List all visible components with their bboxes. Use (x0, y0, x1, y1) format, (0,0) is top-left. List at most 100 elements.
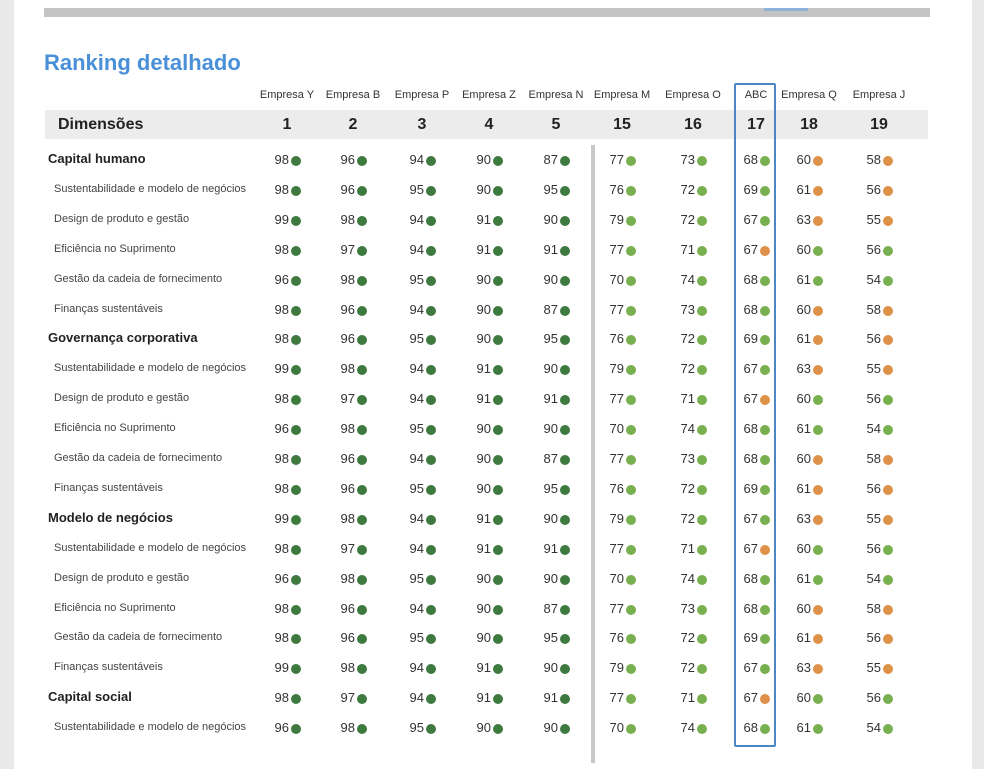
status-dot-icon (626, 425, 636, 435)
row-label: Finanças sustentáveis (54, 303, 163, 315)
score-value: 90 (543, 511, 558, 526)
score-value: 95 (409, 571, 424, 586)
table-row: Gestão da cadeia de fornecimento 96 98 95 90… (14, 265, 972, 295)
status-dot-icon (626, 485, 636, 495)
score-cell: 56 (857, 242, 901, 258)
score-value: 95 (543, 630, 558, 645)
score-value: 70 (609, 421, 624, 436)
score-value: 98 (274, 242, 289, 257)
score-value: 94 (409, 660, 424, 675)
score-cell: 60 (787, 451, 831, 467)
score-cell: 90 (467, 302, 511, 318)
category-row: Capital social 98 97 94 91 91 77 71 67 60 56 (14, 683, 972, 713)
score-cell: 77 (600, 541, 644, 557)
score-value: 98 (340, 212, 355, 227)
status-dot-icon (883, 156, 893, 166)
score-value: 70 (609, 720, 624, 735)
score-value: 63 (796, 511, 811, 526)
score-value: 94 (409, 511, 424, 526)
company-name-9: Empresa Q (781, 89, 837, 101)
score-cell: 90 (467, 481, 511, 497)
score-cell: 90 (467, 152, 511, 168)
status-dot-icon (883, 335, 893, 345)
score-cell: 61 (787, 331, 831, 347)
status-dot-icon (560, 186, 570, 196)
score-cell: 58 (857, 152, 901, 168)
score-cell: 87 (534, 451, 578, 467)
scroll-thumb[interactable] (764, 8, 808, 11)
status-dot-icon (697, 694, 707, 704)
status-dot-icon (357, 634, 367, 644)
score-cell: 94 (400, 242, 444, 258)
score-cell: 90 (467, 331, 511, 347)
score-value: 90 (476, 481, 491, 496)
score-cell: 56 (857, 481, 901, 497)
score-value: 72 (680, 361, 695, 376)
status-dot-icon (813, 395, 823, 405)
score-value: 96 (274, 272, 289, 287)
score-value: 91 (543, 391, 558, 406)
score-value: 74 (680, 272, 695, 287)
score-value: 74 (680, 720, 695, 735)
score-value: 79 (609, 660, 624, 675)
score-value: 90 (543, 421, 558, 436)
status-dot-icon (883, 365, 893, 375)
score-cell: 98 (265, 302, 309, 318)
status-dot-icon (493, 335, 503, 345)
score-value: 95 (543, 331, 558, 346)
row-label: Sustentabilidade e modelo de negócios (54, 542, 247, 554)
table-row: Design de produto e gestão 98 97 94 91 91 77 71… (14, 384, 972, 414)
status-dot-icon (426, 634, 436, 644)
score-value: 56 (866, 331, 881, 346)
score-cell: 95 (534, 630, 578, 646)
company-name-6: Empresa M (593, 89, 651, 101)
score-cell: 94 (400, 451, 444, 467)
score-cell: 97 (331, 541, 375, 557)
score-cell: 55 (857, 361, 901, 377)
score-cell: 97 (331, 391, 375, 407)
score-value: 58 (866, 152, 881, 167)
score-cell: 61 (787, 720, 831, 736)
status-dot-icon (697, 246, 707, 256)
score-cell: 94 (400, 391, 444, 407)
score-cell: 54 (857, 571, 901, 587)
status-dot-icon (291, 605, 301, 615)
status-dot-icon (357, 156, 367, 166)
row-label: Eficiência no Suprimento (54, 243, 176, 255)
score-cell: 91 (467, 242, 511, 258)
score-cell: 91 (467, 212, 511, 228)
score-cell: 79 (600, 660, 644, 676)
score-value: 54 (866, 421, 881, 436)
score-cell: 94 (400, 212, 444, 228)
score-cell: 94 (400, 302, 444, 318)
rank-header-10: 19 (870, 116, 888, 133)
category-row: Capital humano 98 96 94 90 87 77 73 68 60 58 (14, 145, 972, 175)
status-dot-icon (560, 455, 570, 465)
status-dot-icon (813, 545, 823, 555)
status-dot-icon (813, 664, 823, 674)
score-cell: 94 (400, 601, 444, 617)
status-dot-icon (426, 425, 436, 435)
score-value: 73 (680, 302, 695, 317)
score-cell: 56 (857, 630, 901, 646)
status-dot-icon (813, 335, 823, 345)
score-cell: 90 (467, 182, 511, 198)
status-dot-icon (357, 455, 367, 465)
top-scrollbar[interactable] (44, 8, 930, 17)
score-cell: 71 (671, 690, 715, 706)
row-label: Gestão da cadeia de fornecimento (54, 452, 223, 464)
score-cell: 90 (534, 421, 578, 437)
status-dot-icon (626, 455, 636, 465)
status-dot-icon (697, 276, 707, 286)
score-cell: 91 (534, 242, 578, 258)
score-cell: 54 (857, 720, 901, 736)
status-dot-icon (813, 156, 823, 166)
status-dot-icon (291, 365, 301, 375)
status-dot-icon (560, 306, 570, 316)
status-dot-icon (291, 216, 301, 226)
row-label: Finanças sustentáveis (54, 661, 163, 673)
status-dot-icon (357, 724, 367, 734)
status-dot-icon (626, 335, 636, 345)
score-value: 79 (609, 511, 624, 526)
score-value: 79 (609, 212, 624, 227)
